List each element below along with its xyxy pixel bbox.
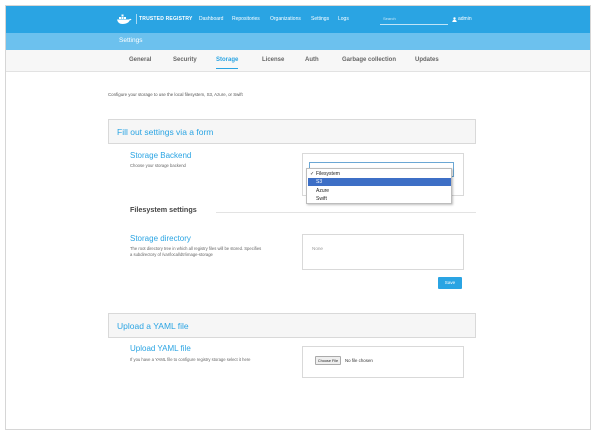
tab-auth[interactable]: Auth (305, 57, 319, 63)
nav-repositories[interactable]: Repositories (232, 16, 260, 22)
nav-organizations[interactable]: Organizations (270, 16, 301, 22)
settings-tabs: General Security Storage License Auth Ga… (6, 50, 590, 72)
form-card-title: Fill out settings via a form (117, 127, 214, 137)
tab-general[interactable]: General (129, 57, 151, 63)
storage-description: Configure your storage to use the local … (108, 92, 243, 97)
search-placeholder: Search (383, 16, 396, 21)
top-navbar: TRUSTED REGISTRY Dashboard Repositories … (6, 6, 590, 33)
option-s3[interactable]: S3 (308, 178, 451, 186)
yaml-card: Upload a YAML file (108, 313, 476, 338)
option-label: Swift (316, 196, 327, 202)
form-card: Fill out settings via a form (108, 119, 476, 144)
check-icon: ✓ (310, 171, 315, 177)
save-button[interactable]: Save (438, 277, 462, 289)
docker-logo-icon[interactable] (116, 13, 132, 25)
brand-name[interactable]: TRUSTED REGISTRY (139, 16, 193, 22)
option-label: Azure (316, 188, 330, 194)
section-divider (216, 212, 476, 213)
storage-backend-help: Choose your storage backend (130, 163, 186, 168)
page-title: Settings (119, 37, 143, 44)
tab-garbage-collection[interactable]: Garbage collection (342, 57, 396, 63)
storage-directory-help-2: a subdirectory of /var/local/dtr/image-s… (130, 252, 213, 257)
storage-directory-field[interactable] (302, 234, 464, 270)
nav-settings[interactable]: Settings (311, 16, 329, 22)
upload-yaml-title: Upload YAML file (130, 344, 191, 353)
option-azure[interactable]: Azure (308, 187, 451, 195)
user-menu[interactable]: admin (452, 16, 472, 22)
settings-header: Settings (6, 33, 590, 50)
tab-storage[interactable]: Storage (216, 57, 239, 69)
app-window: TRUSTED REGISTRY Dashboard Repositories … (5, 5, 591, 430)
storage-backend-title: Storage Backend (130, 151, 192, 160)
yaml-card-title: Upload a YAML file (117, 321, 189, 331)
tab-updates[interactable]: Updates (415, 57, 439, 63)
backend-dropdown: ✓ Filesystem S3 Azure Swift (306, 168, 452, 204)
user-name: admin (458, 16, 472, 22)
option-swift[interactable]: Swift (308, 195, 451, 203)
tab-security[interactable]: Security (173, 57, 197, 63)
option-label: S3 (316, 179, 323, 185)
search-input[interactable]: Search (380, 14, 448, 25)
nav-logs[interactable]: Logs (338, 16, 349, 22)
storage-directory-input[interactable]: None (312, 246, 323, 251)
storage-directory-title: Storage directory (130, 234, 191, 243)
brand-divider (136, 14, 137, 24)
user-icon (452, 16, 457, 22)
tab-license[interactable]: License (262, 57, 284, 63)
choose-file-button[interactable]: Choose File (315, 356, 341, 365)
file-status: No file chosen (345, 358, 373, 363)
option-filesystem[interactable]: ✓ Filesystem (308, 170, 451, 178)
nav-dashboard[interactable]: Dashboard (199, 16, 223, 22)
filesystem-heading: Filesystem settings (130, 205, 197, 214)
option-label: Filesystem (316, 171, 340, 177)
upload-yaml-help: If you have a YAML file to configure reg… (130, 357, 251, 362)
